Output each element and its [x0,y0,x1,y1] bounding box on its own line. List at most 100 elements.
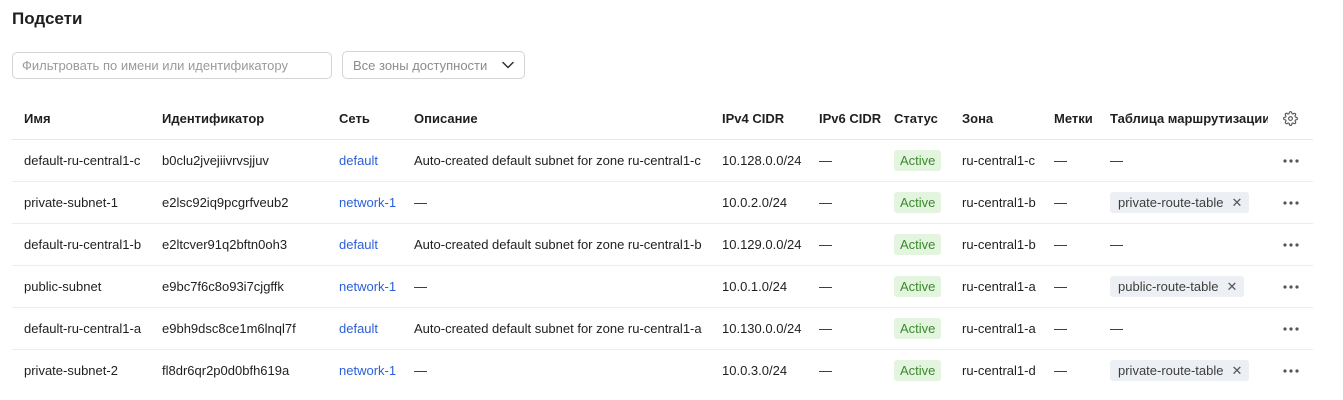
table-settings-button[interactable] [1268,98,1313,140]
subnet-status-cell: Active [882,181,950,224]
subnet-description: Auto-created default subnet for zone ru-… [402,307,710,350]
row-actions-button[interactable] [1268,139,1313,182]
table-row[interactable]: default-ru-central1-c b0clu2jvejiivrvsjju… [12,139,1313,182]
subnet-name[interactable]: public-subnet [12,265,150,308]
more-horizontal-icon [1282,195,1299,210]
subnet-status-cell: Active [882,139,950,182]
column-header-description[interactable]: Описание [402,98,710,140]
subnet-ipv6: — [807,181,882,224]
subnet-labels: — [1042,265,1098,308]
network-link[interactable]: network-1 [339,195,396,210]
subnet-name[interactable]: default-ru-central1-b [12,223,150,266]
network-link[interactable]: network-1 [339,279,396,294]
subnet-id: fl8dr6qr2p0d0bfh619a [162,362,290,378]
subnet-description: — [414,362,427,378]
subnet-network-cell: network-1 [327,349,402,391]
page-title: Подсети [12,9,83,28]
subnet-name[interactable]: private-subnet-1 [12,181,150,224]
subnet-zone: ru-central1-d [962,362,1036,378]
row-actions-button[interactable] [1268,265,1313,308]
column-header-ipv4[interactable]: IPv4 CIDR [710,98,807,140]
table-row[interactable]: private-subnet-1 e2lsc92iq9pcgrfveub2 netw… [12,181,1313,224]
subnet-network-cell: network-1 [327,181,402,224]
row-actions-button[interactable] [1268,223,1313,266]
search-input[interactable] [12,52,332,79]
subnet-zone: ru-central1-a [950,265,1042,308]
row-actions-button[interactable] [1268,181,1313,224]
column-header-name[interactable]: Имя [12,98,150,140]
zone-select-value: Все зоны доступности [353,57,488,73]
table-row[interactable]: default-ru-central1-b e2ltcver91q2bftn0oh… [12,223,1313,266]
subnet-name[interactable]: default-ru-central1-a [12,307,150,350]
network-link[interactable]: network-1 [339,363,396,378]
subnet-id: b0clu2jvejiivrvsjjuv [150,139,327,182]
column-header-zone[interactable]: Зона [950,98,1042,140]
subnet-id: e9bc7f6c8o93i7cjgffk [150,265,327,308]
route-table-name: private-route-table [1118,194,1224,210]
table-row[interactable]: default-ru-central1-a e9bh9dsc8ce1m6lnql7… [12,307,1313,350]
status-badge: Active [894,359,942,381]
subnet-zone: ru-central1-b [950,223,1042,266]
column-header-id[interactable]: Идентификатор [150,98,327,140]
subnet-name[interactable]: private-subnet-2 [12,349,150,391]
subnet-ipv6: — [807,265,882,308]
more-horizontal-icon [1282,279,1299,294]
subnet-status-cell: Active [882,265,950,308]
subnet-id: e9bh9dsc8ce1m6lnql7f [150,307,327,350]
column-header-network[interactable]: Сеть [327,98,402,140]
chevron-down-icon [502,56,514,74]
column-header-labels[interactable]: Метки [1042,98,1098,140]
subnet-zone: ru-central1-a [950,307,1042,350]
table-header-row: Имя Идентификатор Сеть Описание IPv4 CID… [12,98,1313,140]
subnet-network-cell: default [327,307,402,350]
subnet-ipv4: 10.0.1.0/24 [710,265,807,308]
row-actions-button[interactable] [1268,349,1313,391]
subnet-description: Auto-created default subnet for zone ru-… [402,223,710,266]
route-table-name: private-route-table [1118,362,1224,378]
subnet-labels: — [1054,362,1067,378]
subnet-ipv4: 10.128.0.0/24 [710,139,807,182]
status-badge: Active [894,317,942,339]
subnet-network-cell: default [327,139,402,182]
column-header-ipv6[interactable]: IPv6 CIDR [807,98,882,140]
subnet-ipv4: 10.0.2.0/24 [710,181,807,224]
subnet-ipv6: — [807,223,882,266]
subnet-network-cell: network-1 [327,265,402,308]
subnet-status-cell: Active [882,349,950,391]
subnet-ipv4: 10.130.0.0/24 [710,307,807,350]
route-table-tag[interactable]: private-route-table ✕ [1110,191,1250,213]
subnets-table: Имя Идентификатор Сеть Описание IPv4 CID… [12,98,1313,391]
close-icon[interactable]: ✕ [1232,196,1243,209]
route-table-tag[interactable]: private-route-table ✕ [1110,359,1250,381]
column-header-route-table[interactable]: Таблица маршрутизации [1098,98,1268,140]
route-table-tag[interactable]: public-route-table ✕ [1110,275,1245,297]
close-icon[interactable]: ✕ [1226,280,1237,293]
route-table-name: public-route-table [1118,278,1219,294]
network-link[interactable]: default [339,237,378,252]
subnet-route-table: — [1098,223,1268,266]
network-link[interactable]: default [339,321,378,336]
column-header-status[interactable]: Статус [882,98,950,140]
subnet-zone: ru-central1-b [950,181,1042,224]
subnet-route-table: — [1098,307,1268,350]
subnet-labels: — [1042,181,1098,224]
subnet-name[interactable]: default-ru-central1-c [12,139,150,182]
subnet-route-table: — [1098,139,1268,182]
row-actions-button[interactable] [1268,307,1313,350]
subnet-route-table-cell: private-route-table ✕ [1098,181,1268,224]
network-link[interactable]: default [339,153,378,168]
subnet-description: Auto-created default subnet for zone ru-… [402,139,710,182]
subnet-labels: — [1042,223,1098,266]
more-horizontal-icon [1282,363,1299,378]
table-row[interactable]: private-subnet-2 fl8dr6qr2p0d0bfh619a netw… [12,349,1313,391]
subnet-status-cell: Active [882,223,950,266]
close-icon[interactable]: ✕ [1232,364,1243,377]
status-badge: Active [894,191,942,213]
table-row[interactable]: public-subnet e9bc7f6c8o93i7cjgffk network… [12,265,1313,308]
subnet-ipv4: 10.0.3.0/24 [722,362,788,378]
status-badge: Active [894,233,942,255]
gear-icon [1283,110,1298,127]
subnet-route-table-cell: public-route-table ✕ [1098,265,1268,308]
zone-select[interactable]: Все зоны доступности [342,51,525,79]
subnet-labels: — [1042,139,1098,182]
